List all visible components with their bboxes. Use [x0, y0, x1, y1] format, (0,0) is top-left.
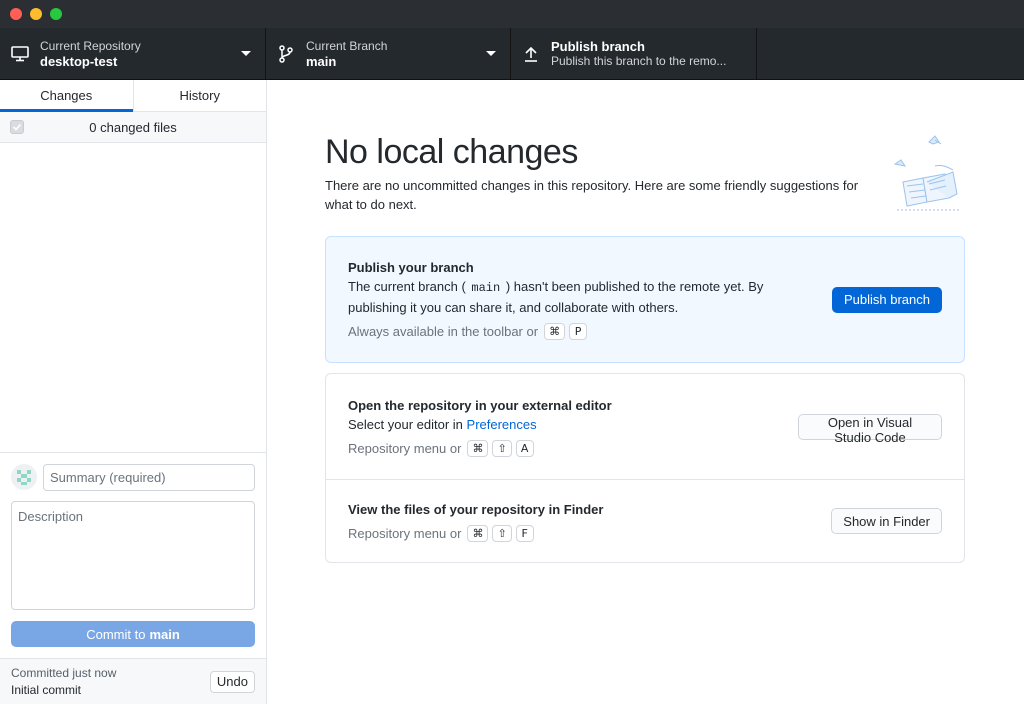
shortcut-key: F	[515, 524, 534, 542]
publish-branch-row: Publish your branch The current branch (…	[326, 237, 964, 362]
command-key-icon: ⌘	[467, 439, 489, 457]
chevron-down-icon	[486, 51, 496, 56]
toolbar: Current Repository desktop-test Current …	[0, 28, 1024, 80]
close-window-button[interactable]	[10, 8, 22, 20]
finder-card-title: View the files of your repository in Fin…	[348, 501, 604, 517]
avatar	[11, 464, 37, 490]
page-description: There are no uncommitted changes in this…	[325, 178, 859, 212]
publish-text: Publish branch Publish this branch to th…	[551, 39, 726, 69]
finder-shortcut-text: Repository menu or	[348, 525, 462, 541]
changed-files-count: 0 changed files	[89, 119, 177, 135]
sidebar-tabs: Changes History	[0, 80, 266, 112]
show-in-finder-button[interactable]: Show in Finder	[831, 508, 942, 534]
commit-button[interactable]: Commit to main	[11, 621, 255, 647]
editor-card-text: Open the repository in your external edi…	[348, 397, 798, 457]
chevron-down-icon	[241, 51, 251, 56]
branch-name: main	[306, 53, 337, 69]
page-title: No local changes	[325, 133, 578, 171]
branch-text: Current Branch main	[306, 39, 387, 69]
publish-shortcut-text: Always available in the toolbar or	[348, 324, 539, 339]
suggested-actions-card: Open the repository in your external edi…	[325, 373, 965, 563]
shift-key-icon: ⇧	[492, 439, 512, 457]
commit-button-branch: main	[149, 626, 180, 642]
shift-key-icon: ⇧	[492, 524, 512, 542]
branch-label: Current Branch	[306, 38, 388, 53]
empty-state-illustration-icon	[887, 134, 967, 216]
preferences-link[interactable]: Preferences	[467, 417, 537, 432]
publish-title: Publish branch	[551, 38, 645, 54]
tab-changes[interactable]: Changes	[0, 80, 133, 112]
finder-shortcut: Repository menu or ⌘ ⇧ F	[348, 524, 603, 542]
publish-desc-before: The current branch (	[348, 279, 466, 294]
last-commit-bar: Committed just now Initial commit Undo	[0, 658, 266, 704]
last-commit-text: Committed just now Initial commit	[11, 665, 116, 699]
summary-input[interactable]	[43, 463, 255, 491]
publish-desc-branch: main	[469, 281, 503, 295]
zoom-window-button[interactable]	[50, 8, 62, 20]
git-branch-icon	[276, 44, 296, 64]
undo-button[interactable]: Undo	[209, 670, 255, 693]
last-commit-time: Committed just now	[11, 665, 117, 680]
publish-card-description: The current branch ( main ) hasn't been …	[348, 277, 798, 317]
editor-card-description: Select your editor in Preferences	[348, 415, 798, 434]
command-key-icon: ⌘	[544, 323, 566, 340]
editor-shortcut: Repository menu or ⌘ ⇧ A	[348, 439, 798, 457]
publish-branch-toolbar-button[interactable]: Publish branch Publish this branch to th…	[511, 28, 757, 79]
editor-desc-before: Select your editor in	[348, 416, 463, 432]
current-branch-dropdown[interactable]: Current Branch main	[266, 28, 511, 79]
no-changes-hero: No local changes There are no uncommitte…	[325, 132, 885, 214]
commit-button-prefix: Commit to	[86, 626, 146, 642]
minimize-window-button[interactable]	[30, 8, 42, 20]
open-in-editor-button[interactable]: Open in Visual Studio Code	[798, 413, 942, 445]
shortcut-key: P	[569, 323, 588, 340]
main-content: No local changes There are no uncommitte…	[267, 80, 1024, 704]
sidebar: Changes History 0 changed files Summary …	[0, 80, 267, 704]
repository-name: desktop-test	[40, 53, 118, 69]
editor-shortcut-text: Repository menu or	[348, 440, 462, 456]
publish-branch-button[interactable]: Publish branch	[832, 286, 942, 313]
last-commit-title: Initial commit	[11, 682, 82, 697]
publish-branch-card: Publish your branch The current branch (…	[325, 236, 965, 363]
commit-form: Commit to main	[0, 452, 266, 657]
publish-subtitle: Publish this branch to the remo...	[551, 53, 727, 68]
repository-label: Current Repository	[40, 38, 141, 53]
summary-row	[11, 463, 255, 491]
command-key-icon: ⌘	[467, 524, 489, 542]
tab-history[interactable]: History	[132, 80, 267, 111]
open-editor-row: Open the repository in your external edi…	[326, 374, 964, 480]
upload-icon	[521, 44, 541, 64]
show-in-finder-row: View the files of your repository in Fin…	[326, 480, 964, 562]
description-input[interactable]	[11, 501, 255, 610]
publish-shortcut: Always available in the toolbar or ⌘ P	[348, 323, 798, 340]
publish-card-title: Publish your branch	[348, 260, 474, 275]
finder-card-text: View the files of your repository in Fin…	[348, 501, 603, 542]
repository-text: Current Repository desktop-test	[40, 39, 141, 69]
shortcut-key: A	[515, 439, 534, 457]
app-window: Current Repository desktop-test Current …	[0, 0, 1024, 704]
select-all-checkbox[interactable]	[10, 120, 24, 134]
changed-files-header: 0 changed files	[0, 112, 266, 143]
monitor-icon	[10, 44, 30, 64]
editor-card-title: Open the repository in your external edi…	[348, 397, 612, 413]
title-bar	[0, 0, 1024, 28]
current-repository-dropdown[interactable]: Current Repository desktop-test	[0, 28, 266, 79]
publish-card-text: Publish your branch The current branch (…	[348, 259, 798, 340]
